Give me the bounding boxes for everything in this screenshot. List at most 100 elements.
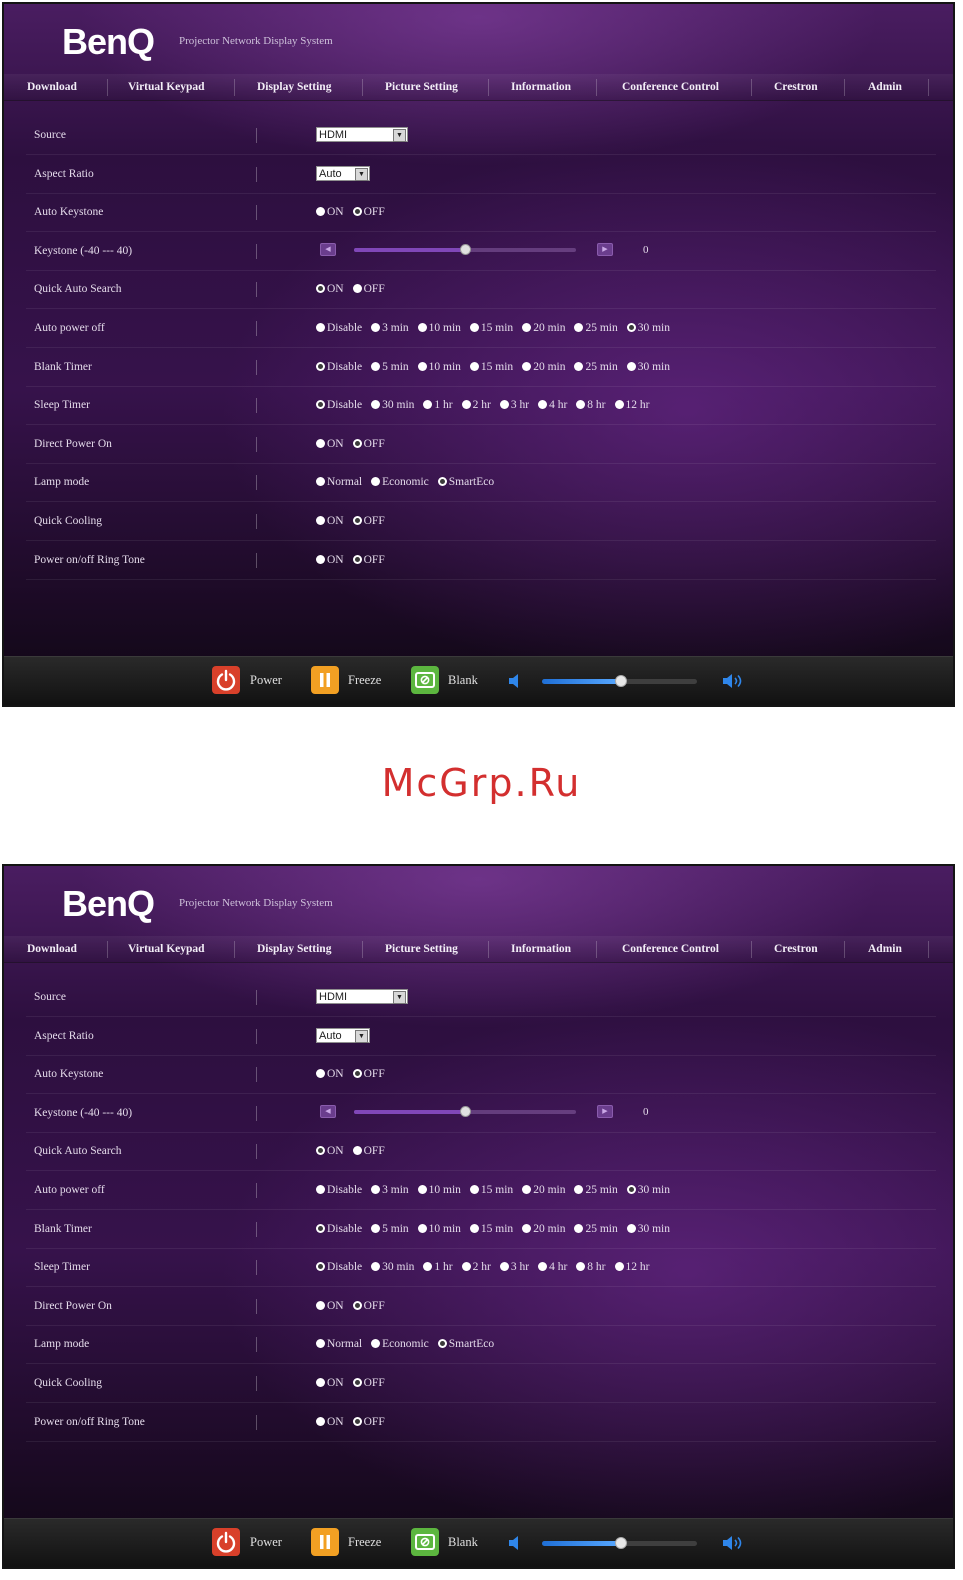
radio-option[interactable]: 30 min [371, 397, 414, 413]
radio-button[interactable] [371, 323, 381, 332]
radio-button[interactable] [417, 1185, 427, 1194]
radio-option[interactable]: Normal [316, 1336, 362, 1352]
radio-button[interactable] [316, 516, 325, 525]
radio-option[interactable]: ON [316, 204, 344, 220]
nav-tab-picture-setting[interactable]: Picture Setting [385, 936, 458, 962]
radio-button[interactable] [538, 400, 548, 409]
radio-button[interactable] [576, 1262, 586, 1271]
radio-option[interactable]: 2 hr [461, 397, 491, 413]
radio-option[interactable]: 12 hr [614, 1259, 649, 1275]
radio-button[interactable] [352, 439, 362, 448]
radio-option[interactable]: 10 min [417, 1221, 461, 1237]
radio-option[interactable]: 4 hr [538, 1259, 567, 1275]
blank-button[interactable] [411, 666, 439, 694]
radio-button[interactable] [371, 477, 381, 486]
radio-button[interactable] [316, 1301, 325, 1310]
radio-option[interactable]: 30 min [371, 1259, 414, 1275]
radio-button[interactable] [316, 400, 325, 409]
radio-option[interactable]: OFF [352, 1066, 385, 1082]
radio-option[interactable]: 25 min [574, 1221, 618, 1237]
radio-button[interactable] [316, 439, 325, 448]
nav-tab-conference-control[interactable]: Conference Control [622, 74, 719, 100]
radio-option[interactable]: ON [316, 1143, 344, 1159]
nav-tab-display-setting[interactable]: Display Setting [257, 936, 331, 962]
radio-option[interactable]: ON [316, 281, 344, 297]
dropdown-arrow-icon[interactable]: ▼ [355, 1030, 368, 1043]
radio-option[interactable]: OFF [352, 1375, 385, 1391]
radio-option[interactable]: OFF [352, 1143, 385, 1159]
radio-button[interactable] [574, 362, 584, 371]
radio-option[interactable]: 5 min [371, 359, 409, 375]
radio-option[interactable]: ON [316, 513, 344, 529]
radio-button[interactable] [316, 555, 325, 564]
radio-option[interactable]: Disable [316, 397, 362, 413]
radio-option[interactable]: 1 hr [423, 397, 453, 413]
volume-low-icon[interactable] [507, 1534, 523, 1552]
radio-button[interactable] [499, 1262, 509, 1271]
radio-button[interactable] [469, 1185, 479, 1194]
keystone-increase-button[interactable]: ▶ [597, 1105, 613, 1118]
radio-button[interactable] [469, 1224, 479, 1233]
volume-slider[interactable] [542, 675, 697, 687]
radio-option[interactable]: 30 min [626, 1221, 670, 1237]
radio-option[interactable]: 12 hr [614, 397, 649, 413]
aspect-ratio-select[interactable]: Auto ▼ [316, 166, 370, 181]
radio-option[interactable]: OFF [352, 1298, 385, 1314]
power-button[interactable] [212, 1528, 240, 1556]
radio-option[interactable]: 1 hr [423, 1259, 453, 1275]
radio-option[interactable]: Disable [316, 1221, 362, 1237]
radio-option[interactable]: 4 hr [538, 397, 567, 413]
radio-option[interactable]: 15 min [469, 320, 513, 336]
radio-button[interactable] [574, 1224, 584, 1233]
radio-button[interactable] [371, 1339, 381, 1348]
volume-low-icon[interactable] [507, 672, 523, 690]
radio-option[interactable]: Disable [316, 1182, 362, 1198]
radio-option[interactable]: OFF [352, 281, 385, 297]
radio-button[interactable] [371, 1224, 381, 1233]
nav-tab-virtual-keypad[interactable]: Virtual Keypad [128, 74, 205, 100]
radio-button[interactable] [423, 1262, 433, 1271]
radio-option[interactable]: OFF [352, 204, 385, 220]
radio-option[interactable]: ON [316, 1375, 344, 1391]
radio-button[interactable] [316, 477, 325, 486]
radio-option[interactable]: OFF [352, 1414, 385, 1430]
radio-option[interactable]: SmartEco [437, 1336, 494, 1352]
radio-button[interactable] [316, 207, 325, 216]
nav-tab-conference-control[interactable]: Conference Control [622, 936, 719, 962]
radio-option[interactable]: 3 min [371, 320, 409, 336]
radio-option[interactable]: 30 min [626, 359, 670, 375]
nav-tab-admin[interactable]: Admin [868, 74, 902, 100]
radio-button[interactable] [352, 207, 362, 216]
aspect-ratio-select[interactable]: Auto ▼ [316, 1028, 370, 1043]
dropdown-arrow-icon[interactable]: ▼ [393, 129, 406, 142]
radio-option[interactable]: ON [316, 1298, 344, 1314]
radio-button[interactable] [461, 1262, 471, 1271]
radio-button[interactable] [614, 1262, 624, 1271]
radio-option[interactable]: 25 min [574, 320, 618, 336]
blank-button[interactable] [411, 1528, 439, 1556]
volume-handle[interactable] [615, 675, 628, 687]
radio-option[interactable]: ON [316, 1066, 344, 1082]
radio-button[interactable] [316, 1069, 325, 1078]
radio-button[interactable] [522, 362, 532, 371]
radio-option[interactable]: 20 min [522, 1221, 565, 1237]
radio-button[interactable] [626, 1185, 636, 1194]
radio-button[interactable] [626, 1224, 636, 1233]
radio-button[interactable] [316, 323, 325, 332]
dropdown-arrow-icon[interactable]: ▼ [393, 991, 406, 1004]
volume-handle[interactable] [615, 1537, 628, 1549]
keystone-decrease-button[interactable]: ◀ [320, 1105, 336, 1118]
radio-option[interactable]: 8 hr [576, 1259, 606, 1275]
nav-tab-information[interactable]: Information [511, 936, 571, 962]
radio-option[interactable]: 3 min [371, 1182, 409, 1198]
radio-option[interactable]: 15 min [469, 359, 513, 375]
radio-button[interactable] [316, 1185, 325, 1194]
radio-button[interactable] [417, 323, 427, 332]
radio-option[interactable]: 25 min [574, 359, 618, 375]
radio-button[interactable] [352, 516, 362, 525]
radio-button[interactable] [576, 400, 586, 409]
freeze-button[interactable] [311, 1528, 339, 1556]
nav-tab-display-setting[interactable]: Display Setting [257, 74, 331, 100]
radio-button[interactable] [352, 555, 362, 564]
radio-button[interactable] [626, 362, 636, 371]
